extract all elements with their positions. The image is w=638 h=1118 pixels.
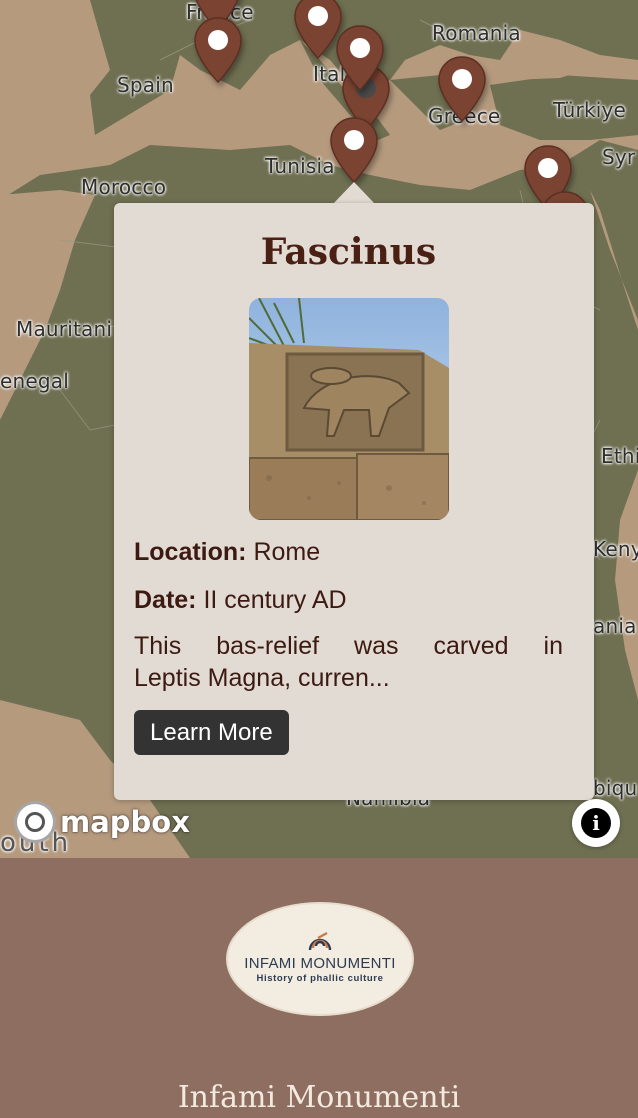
map-label-romania: Romania: [432, 21, 521, 45]
footer: INFAMI MONUMENTI History of phallic cult…: [0, 858, 638, 1118]
map-canvas[interactable]: France Spain Italy Romania Greece Türkiy…: [0, 0, 638, 858]
popup-tip: [333, 182, 375, 204]
map-label-spain: Spain: [117, 73, 174, 97]
map-label-tunisia: Tunisia: [265, 154, 335, 178]
attribution-info-button[interactable]: i: [572, 799, 620, 847]
date-label: Date:: [134, 586, 197, 614]
map-label-ethiopia: Ethi: [601, 444, 638, 468]
map-marker-greece[interactable]: [437, 55, 487, 123]
mapbox-wordmark: mapbox: [60, 805, 190, 839]
map-label-senegal: enegal: [0, 369, 69, 393]
description-line-1: This bas-relief was carved in: [134, 632, 563, 660]
date-field: Date: II century AD: [134, 584, 563, 616]
map-label-morocco: Morocco: [81, 175, 167, 199]
date-value: II century AD: [203, 586, 347, 614]
popup-description: This bas-relief was carved in Leptis Mag…: [134, 630, 563, 694]
learn-more-button[interactable]: Learn More: [134, 710, 289, 755]
info-icon: i: [581, 808, 611, 838]
map-marker-italy-rome[interactable]: [335, 24, 385, 92]
location-label: Location:: [134, 538, 247, 566]
map-marker-tunisia[interactable]: [329, 116, 379, 184]
map-label-turkiye: Türkiye: [553, 98, 627, 122]
logo-subtitle: History of phallic culture: [256, 973, 384, 984]
monument-popup: Fascinus Location: Rome Date: II century…: [114, 203, 594, 800]
map-label-kenya: Keny: [593, 537, 638, 561]
mapbox-icon: [14, 801, 56, 843]
description-line-2: Leptis Magna, curren...: [134, 664, 390, 692]
popup-title: Fascinus: [260, 231, 437, 273]
map-marker-spain[interactable]: [193, 16, 243, 84]
logo-mark-icon: [308, 931, 332, 951]
mapbox-logo[interactable]: mapbox: [14, 801, 190, 843]
location-value: Rome: [253, 538, 321, 566]
site-logo[interactable]: INFAMI MONUMENTI History of phallic cult…: [226, 902, 414, 1016]
map-label-tanzania: ania: [593, 614, 637, 638]
site-title: Infami Monumenti: [177, 1080, 461, 1115]
map-label-mauritania: Mauritani: [16, 317, 113, 341]
logo-name: INFAMI MONUMENTI: [244, 955, 396, 972]
monument-image[interactable]: [248, 298, 449, 520]
location-field: Location: Rome: [134, 536, 563, 568]
map-label-syria: Syr: [602, 145, 636, 169]
map-label-mozambique: biqu: [593, 776, 638, 800]
